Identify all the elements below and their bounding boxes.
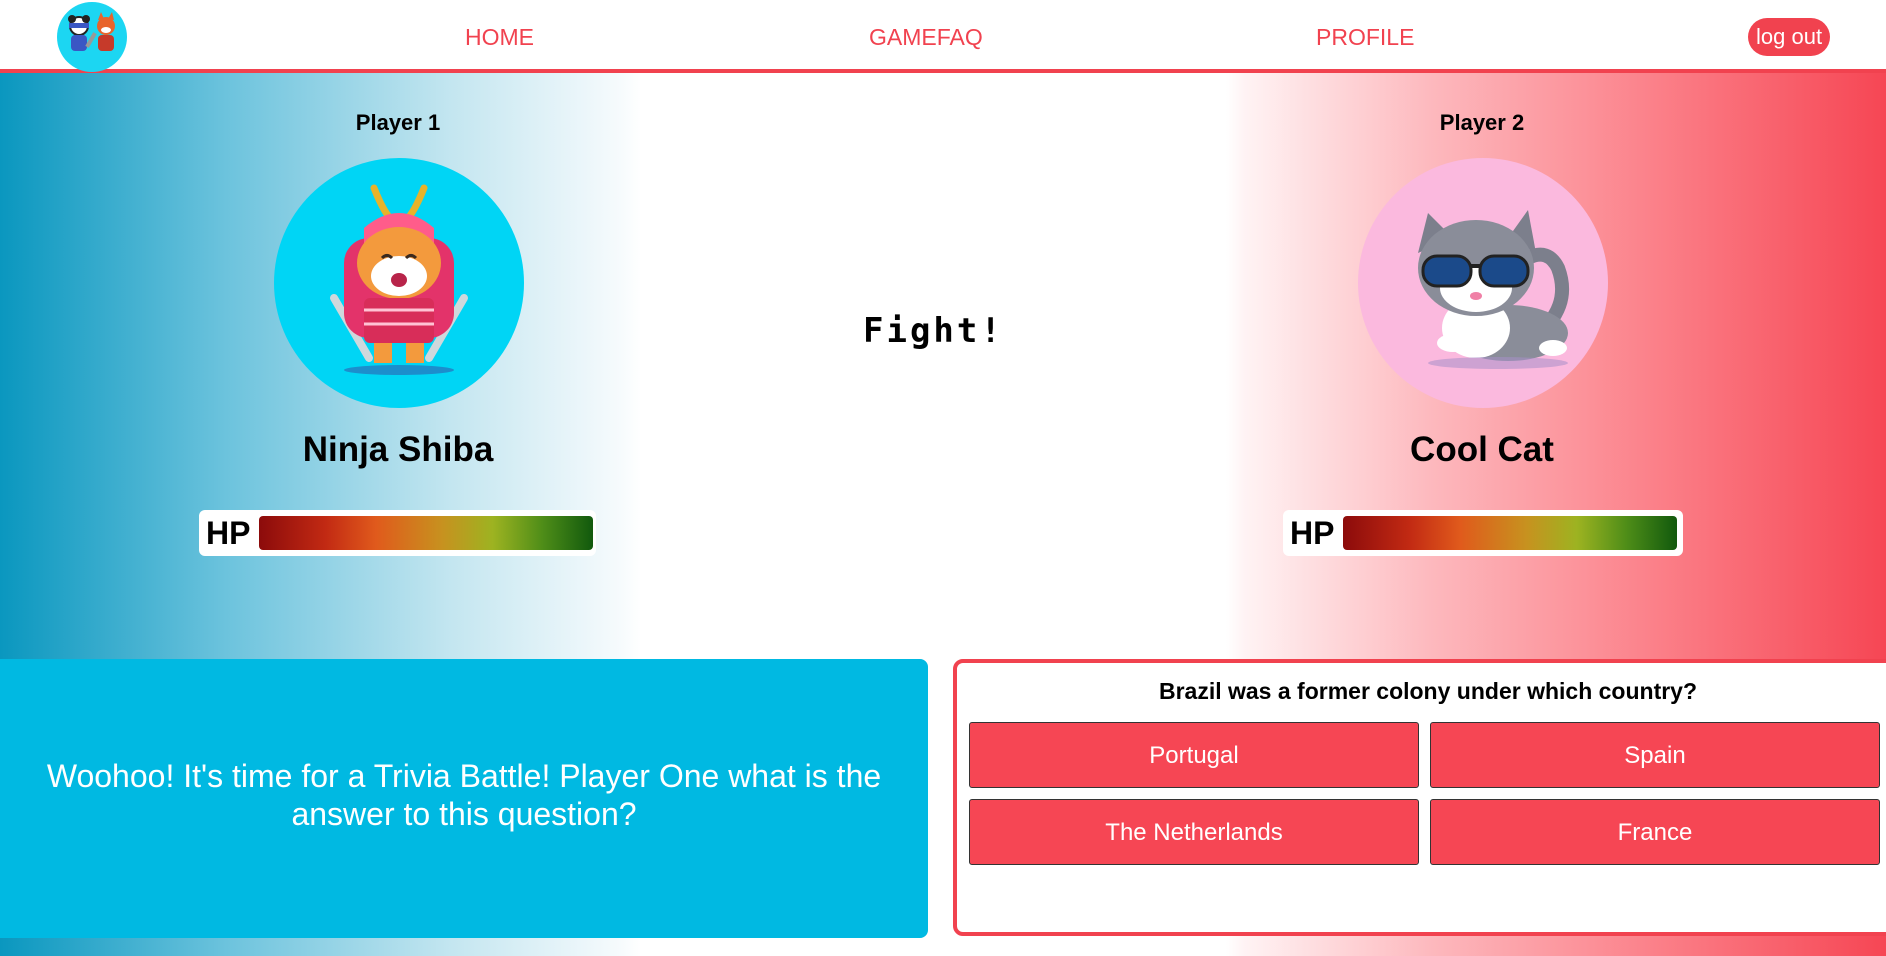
- panda-fox-logo-icon: [68, 12, 115, 51]
- player-1-label: Player 1: [355, 110, 441, 135]
- player-2-hp-bar: HP: [1283, 510, 1683, 556]
- nav-profile-link[interactable]: PROFILE: [1316, 24, 1414, 51]
- nav-home-link[interactable]: HOME: [465, 24, 534, 51]
- player-1-name: Ninja Shiba: [302, 430, 494, 469]
- player-1-hp-fill: [259, 516, 593, 550]
- player-2-avatar: [1358, 158, 1608, 408]
- answer-button-france[interactable]: France: [1430, 799, 1880, 865]
- player-2-hp-fill: [1343, 516, 1677, 550]
- player-1-hp-bar: HP: [199, 510, 596, 556]
- cool-cat-icon: [1418, 210, 1570, 369]
- logout-button[interactable]: log out: [1748, 18, 1831, 56]
- trivia-question-panel: Brazil was a former colony under which c…: [953, 659, 1886, 936]
- player-2-hp-label: HP: [1290, 515, 1335, 551]
- player-2-name: Cool Cat: [1410, 430, 1554, 469]
- player-1-avatar: [274, 158, 524, 408]
- player-1-hp-label: HP: [206, 515, 251, 551]
- answer-button-portugal[interactable]: Portugal: [969, 722, 1419, 788]
- ninja-shiba-icon: [330, 184, 468, 375]
- fight-banner: Fight!: [863, 311, 1004, 351]
- battle-message-text: Woohoo! It's time for a Trivia Battle! P…: [46, 758, 882, 832]
- answer-button-spain[interactable]: Spain: [1430, 722, 1880, 788]
- question-text: Brazil was a former colony under which c…: [1158, 678, 1698, 704]
- app-logo[interactable]: [57, 2, 127, 72]
- battle-message-panel: Woohoo! It's time for a Trivia Battle! P…: [0, 659, 928, 938]
- nav-gamefaq-link[interactable]: GAMEFAQ: [869, 24, 983, 51]
- answer-button-the-netherlands[interactable]: The Netherlands: [969, 799, 1419, 865]
- top-navbar: HOME GAMEFAQ PROFILE log out: [0, 0, 1886, 73]
- player-2-label: Player 2: [1439, 110, 1525, 135]
